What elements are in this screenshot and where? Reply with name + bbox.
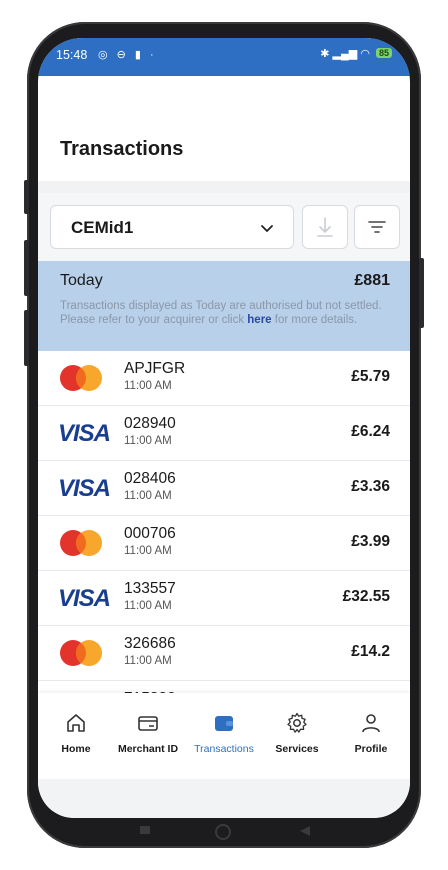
transaction-amount: £5.79 — [351, 368, 390, 385]
today-label: Today — [60, 272, 103, 289]
phone-volume-up — [24, 240, 29, 296]
nav-home[interactable]: Home — [39, 711, 113, 755]
transaction-id: 000706 — [124, 525, 176, 542]
recent-apps-icon — [140, 826, 150, 834]
filter-bar: CEMid1 — [38, 193, 410, 261]
transaction-row[interactable]: VISA 028406 11:00 AM £3.36 — [38, 461, 410, 516]
home-gesture-icon — [215, 824, 231, 840]
download-button[interactable] — [302, 205, 348, 249]
nav-label-services: Services — [275, 743, 319, 755]
notification-icons: ◎ ⊖ ▮ · — [98, 49, 157, 61]
merchant-select[interactable]: CEMid1 — [50, 205, 294, 249]
status-time: 15:48 — [56, 48, 88, 62]
transaction-time: 11:00 AM — [124, 545, 172, 557]
merchant-select-value: CEMid1 — [71, 218, 134, 237]
transaction-list[interactable]: APJFGR 11:00 AM £5.79 VISA 028940 11:00 AM £6.… — [38, 351, 410, 693]
nav-profile[interactable]: Profile — [334, 711, 408, 755]
wallet-icon — [215, 716, 233, 731]
page-title: Transactions — [60, 138, 184, 160]
status-bar: 15:48 ◎ ⊖ ▮ · ✱ ▂▄▆ ◠ 85 — [38, 38, 410, 76]
visa-logo-icon: VISA — [58, 585, 111, 612]
nav-transactions[interactable]: Transactions — [187, 711, 261, 755]
transaction-amount: £32.55 — [342, 588, 390, 605]
transaction-time: 11:00 AM — [124, 435, 172, 447]
download-icon — [317, 217, 333, 237]
transaction-row[interactable]: 000706 11:00 AM £3.99 — [38, 516, 410, 571]
nav-merchant-id[interactable]: Merchant ID — [111, 711, 185, 755]
transaction-id: 133557 — [124, 580, 176, 597]
signal-wifi-icons: ✱ ▂▄▆ ◠ — [320, 48, 370, 60]
transaction-time: 11:00 AM — [124, 600, 172, 612]
transaction-id: 028406 — [124, 470, 176, 487]
home-icon — [67, 714, 85, 732]
battery-icon: 85 — [375, 48, 392, 58]
notice-text-after: for more details. — [271, 314, 358, 326]
notice-here-link[interactable]: here — [247, 314, 271, 326]
visa-logo-icon: VISA — [58, 475, 111, 502]
phone-volume-down — [24, 310, 29, 366]
chevron-down-icon — [261, 225, 273, 232]
app-screen: 15:48 ◎ ⊖ ▮ · ✱ ▂▄▆ ◠ 85 Transactions CE… — [38, 38, 410, 818]
today-summary: Today £881 Transactions displayed as Tod… — [38, 261, 410, 351]
transaction-time: 11:00 AM — [124, 380, 172, 392]
transaction-row[interactable]: APJFGR 11:00 AM £5.79 — [38, 351, 410, 406]
bottom-nav: Home Merchant ID Transactions Services P… — [38, 693, 410, 779]
transaction-row[interactable]: 715330 — [38, 681, 410, 693]
nav-label-transactions: Transactions — [194, 743, 254, 755]
nav-label-profile: Profile — [354, 743, 388, 755]
visa-logo-icon: VISA — [58, 420, 111, 447]
phone-power-button — [419, 258, 424, 328]
mastercard-logo-icon — [60, 530, 102, 556]
today-amount: £881 — [354, 272, 390, 289]
transaction-row[interactable]: VISA 133557 11:00 AM £32.55 — [38, 571, 410, 626]
nav-services[interactable]: Services — [260, 711, 334, 755]
gear-icon — [287, 712, 307, 733]
today-notice: Transactions displayed as Today are auth… — [60, 299, 390, 327]
system-status-icons: ✱ ▂▄▆ ◠ 85 — [320, 47, 392, 60]
card-icon — [138, 716, 158, 731]
transaction-amount: £3.36 — [351, 478, 390, 495]
filter-button[interactable] — [354, 205, 400, 249]
transaction-amount: £14.2 — [351, 643, 390, 660]
mastercard-logo-icon — [60, 640, 102, 666]
transaction-row[interactable]: 326686 11:00 AM £14.2 — [38, 626, 410, 681]
mastercard-logo-icon — [60, 365, 102, 391]
profile-icon — [362, 714, 380, 733]
phone-side-button — [24, 180, 29, 214]
transaction-id: APJFGR — [124, 360, 186, 377]
section-divider — [38, 181, 410, 193]
transaction-amount: £3.99 — [351, 533, 390, 550]
transaction-id: 028940 — [124, 415, 176, 432]
nav-label-home: Home — [61, 743, 91, 755]
transaction-row[interactable]: VISA 028940 11:00 AM £6.24 — [38, 406, 410, 461]
system-nav-bar — [140, 824, 310, 840]
back-icon — [300, 826, 310, 836]
nav-label-merchant-id: Merchant ID — [117, 743, 179, 755]
transaction-amount: £6.24 — [351, 423, 390, 440]
transaction-id: 326686 — [124, 635, 176, 652]
transaction-time: 11:00 AM — [124, 490, 172, 502]
filter-icon — [368, 221, 386, 233]
transaction-time: 11:00 AM — [124, 655, 172, 667]
